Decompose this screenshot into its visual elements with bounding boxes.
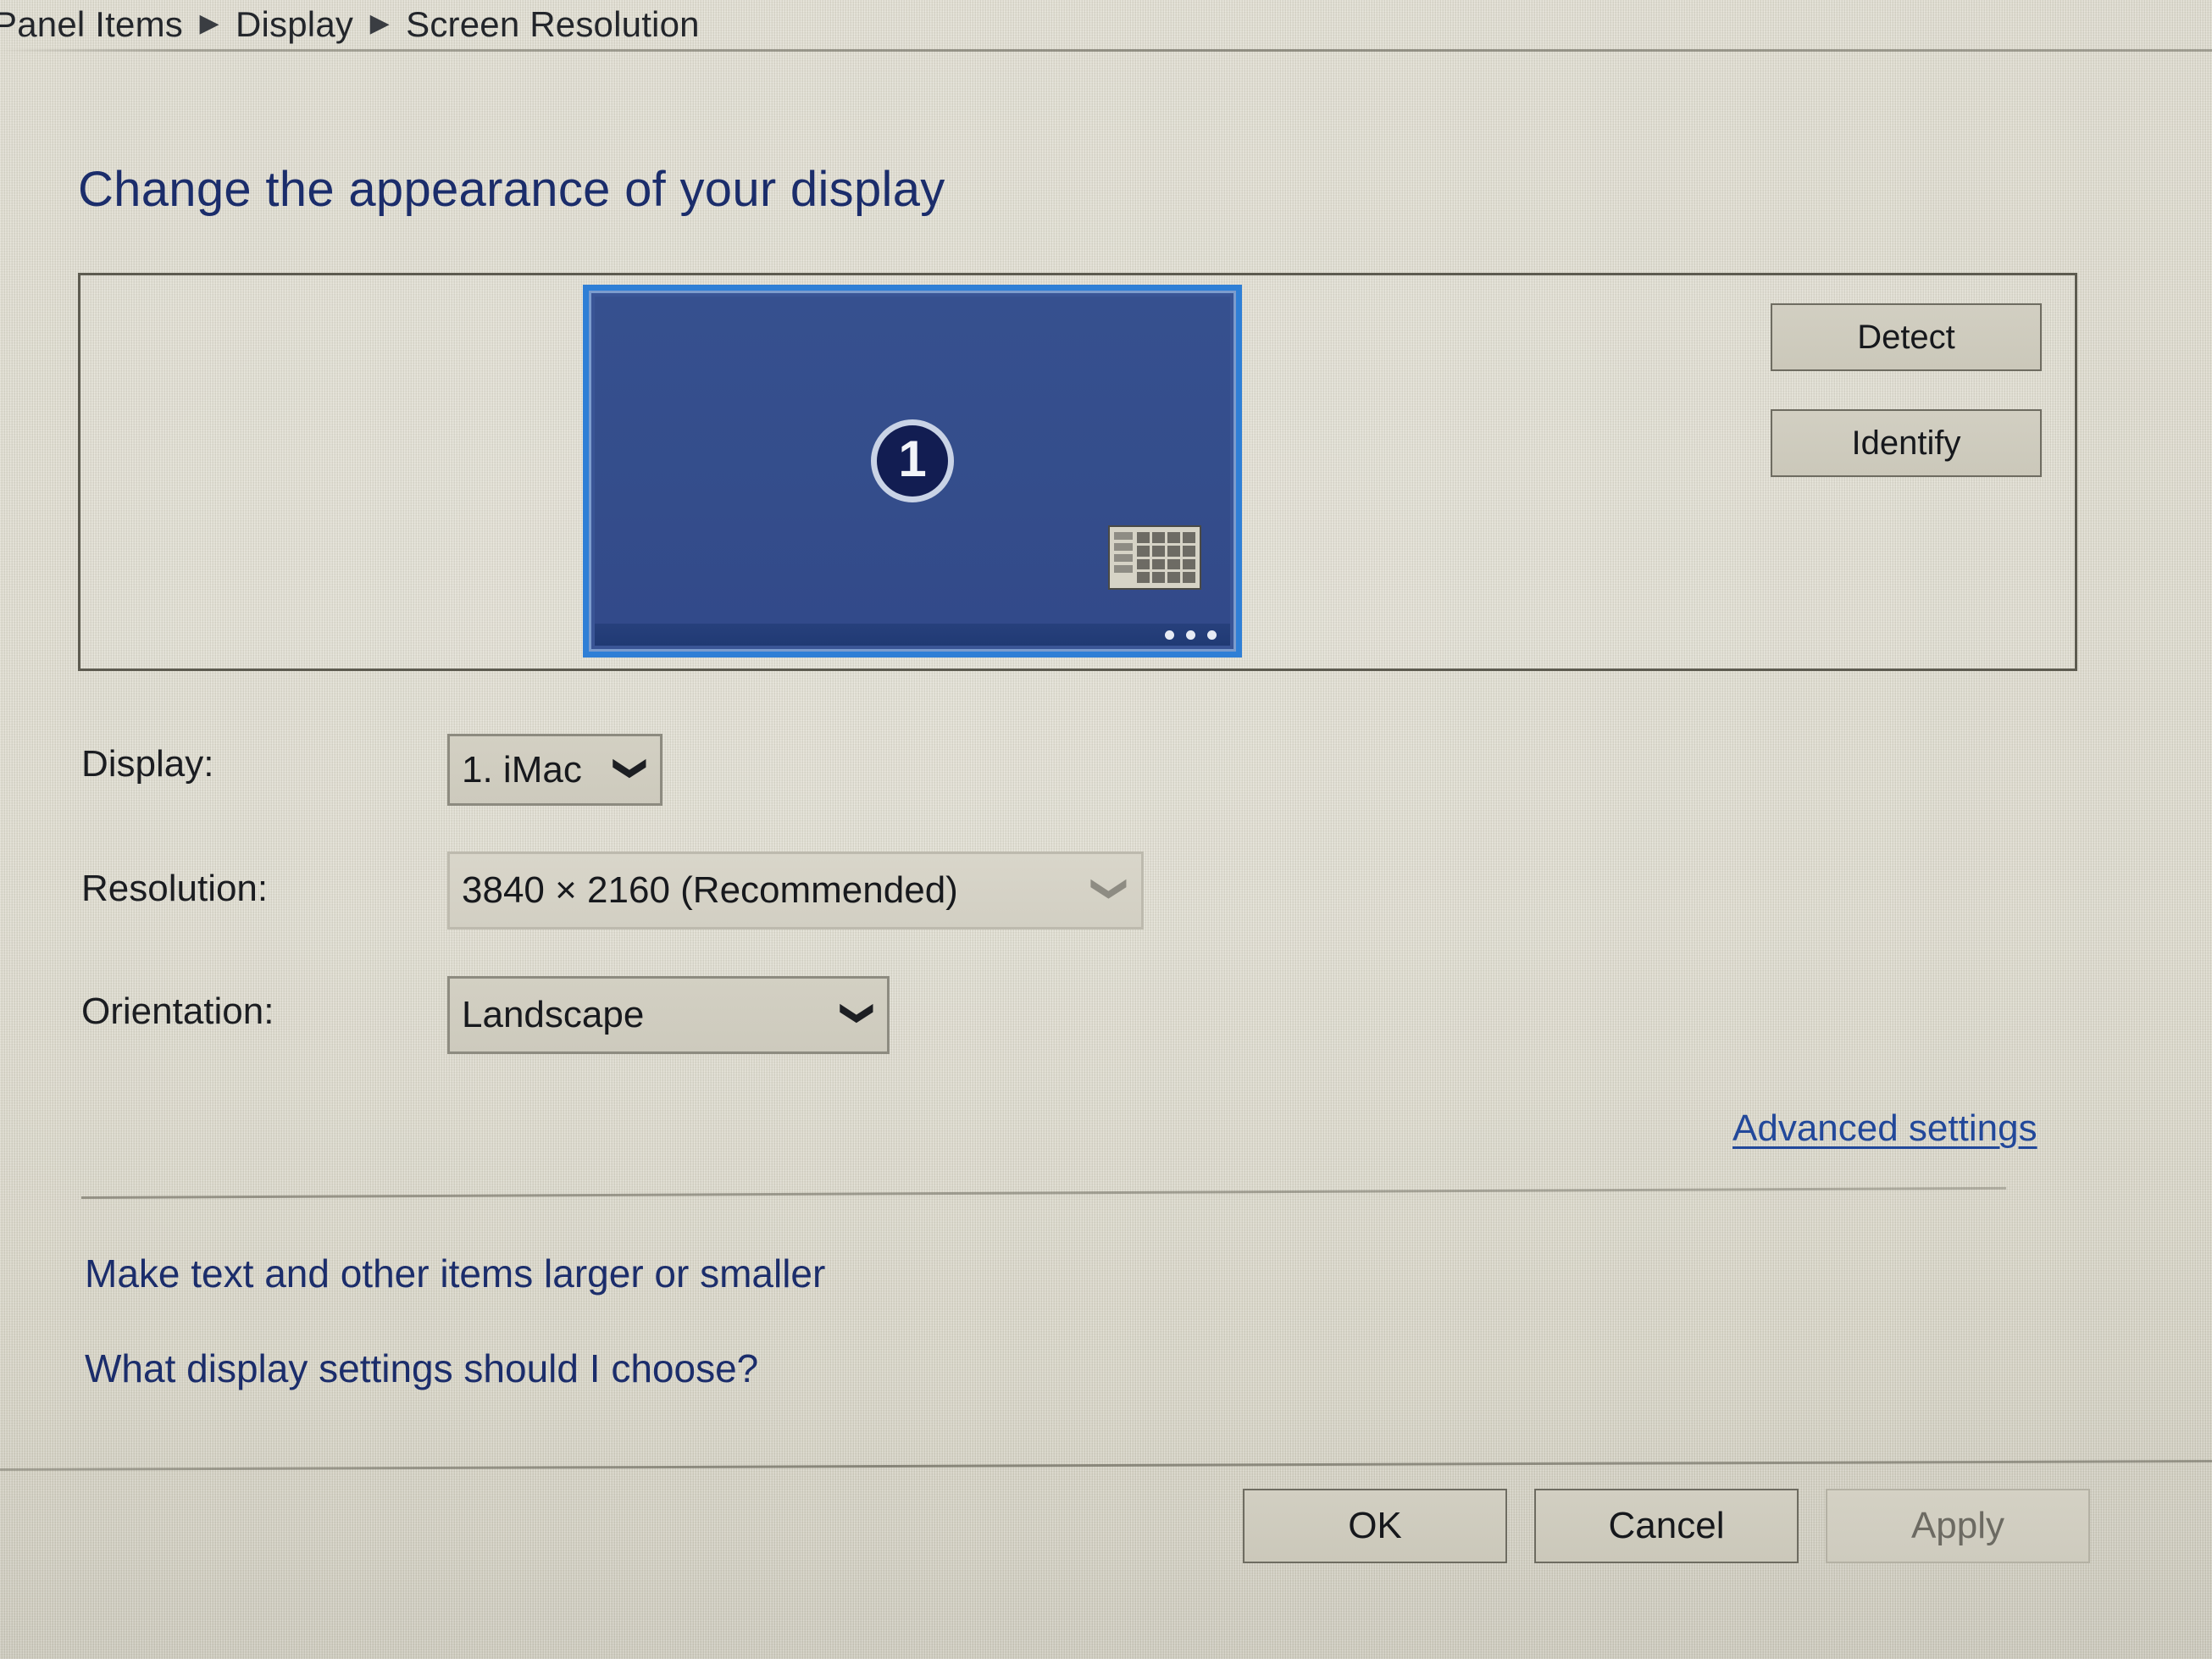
breadcrumb-separator-icon: ▶ [199, 9, 219, 37]
apply-button[interactable]: Apply [1826, 1489, 2090, 1563]
resolution-label: Resolution: [81, 868, 269, 909]
screen-background [0, 0, 2212, 1659]
taskbar-dot-icon [1207, 630, 1217, 640]
chevron-down-icon: ❯ [613, 754, 650, 782]
orientation-row: Orientation: [81, 993, 274, 1030]
breadcrumb: Panel Items ▶ Display ▶ Screen Resolutio… [0, 0, 2212, 49]
window-icon-left-column [1114, 532, 1133, 583]
breadcrumb-item-screen-resolution[interactable]: Screen Resolution [406, 7, 700, 42]
make-text-larger-link[interactable]: Make text and other items larger or smal… [85, 1254, 825, 1293]
identify-button[interactable]: Identify [1771, 409, 2042, 477]
chevron-down-icon: ❯ [1091, 874, 1132, 904]
resolution-row: Resolution: [81, 870, 268, 907]
breadcrumb-item-panel-items[interactable]: Panel Items [0, 7, 183, 42]
display-dropdown-value: 1. iMac [462, 748, 582, 791]
monitor-selection-outline: 1 [583, 285, 1242, 657]
breadcrumb-separator-icon: ▶ [369, 9, 390, 37]
resolution-dropdown[interactable]: 3840 × 2160 (Recommended) ❯ [447, 852, 1144, 929]
cancel-button[interactable]: Cancel [1534, 1489, 1799, 1563]
start-menu-window-icon [1108, 525, 1201, 590]
breadcrumb-item-display[interactable]: Display [236, 7, 353, 42]
what-display-settings-link[interactable]: What display settings should I choose? [85, 1349, 758, 1388]
orientation-dropdown-value: Landscape [462, 994, 645, 1035]
monitor-screen: 1 [595, 297, 1230, 646]
monitor-taskbar [595, 624, 1230, 646]
taskbar-dot-icon [1165, 630, 1174, 640]
dialog-button-bar: OK Cancel Apply [1243, 1489, 2090, 1563]
display-label: Display: [81, 743, 214, 785]
breadcrumb-divider [0, 49, 2212, 52]
advanced-settings-link[interactable]: Advanced settings [1732, 1110, 2037, 1147]
display-dropdown[interactable]: 1. iMac ❯ [447, 734, 662, 806]
resolution-dropdown-value: 3840 × 2160 (Recommended) [462, 869, 958, 911]
orientation-dropdown[interactable]: Landscape ❯ [447, 976, 890, 1054]
taskbar-dot-icon [1186, 630, 1195, 640]
ok-button[interactable]: OK [1243, 1489, 1507, 1563]
page-title: Change the appearance of your display [78, 162, 945, 217]
monitor-action-buttons: Detect Identify [1771, 303, 2042, 477]
display-row: Display: [81, 746, 214, 783]
monitor-number-label: 1 [898, 430, 927, 487]
monitor-number-badge: 1 [871, 419, 954, 502]
detect-button[interactable]: Detect [1771, 303, 2042, 371]
monitor-preview-1[interactable]: 1 [583, 285, 1242, 657]
orientation-label: Orientation: [81, 990, 274, 1032]
window-icon-tile-grid [1137, 532, 1195, 583]
chevron-down-icon: ❯ [840, 1000, 877, 1027]
